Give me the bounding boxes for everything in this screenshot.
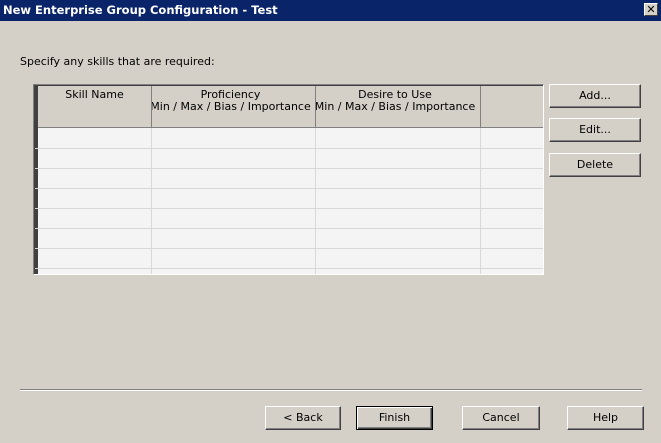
- table-row[interactable]: [35, 228, 543, 229]
- table-row[interactable]: [35, 188, 543, 189]
- window-title: New Enterprise Group Configuration - Tes…: [3, 3, 278, 17]
- column-header-sublabel: Min / Max / Bias / Importance: [316, 100, 476, 113]
- cancel-button[interactable]: Cancel: [462, 406, 540, 430]
- column-divider: [315, 128, 316, 274]
- column-header-proficiency[interactable]: Proficiency Min / Max / Bias / Importanc…: [152, 86, 316, 128]
- column-divider: [151, 128, 152, 274]
- finish-button[interactable]: Finish: [356, 406, 433, 430]
- close-icon: ✕: [646, 3, 656, 16]
- skills-table[interactable]: Skill Name Proficiency Min / Max / Bias …: [33, 84, 544, 275]
- column-header-label: Skill Name: [65, 88, 124, 101]
- column-divider: [480, 128, 481, 274]
- table-row[interactable]: [35, 148, 543, 149]
- table-row[interactable]: [35, 208, 543, 209]
- column-header-sublabel: Min / Max / Bias / Importance: [152, 100, 311, 113]
- column-header-empty[interactable]: [481, 86, 543, 128]
- edit-button[interactable]: Edit...: [549, 118, 641, 142]
- column-header-skill-name[interactable]: Skill Name: [38, 86, 152, 128]
- back-button[interactable]: < Back: [265, 406, 341, 430]
- skills-table-body[interactable]: Skill Name Proficiency Min / Max / Bias …: [34, 85, 543, 274]
- table-row[interactable]: [35, 168, 543, 169]
- instructions-label: Specify any skills that are required:: [20, 55, 215, 68]
- close-button[interactable]: ✕: [644, 3, 658, 16]
- column-header-desire-to-use[interactable]: Desire to Use Min / Max / Bias / Importa…: [316, 86, 481, 128]
- title-bar[interactable]: New Enterprise Group Configuration - Tes…: [0, 0, 661, 21]
- help-button[interactable]: Help: [567, 406, 644, 430]
- table-row[interactable]: [35, 268, 543, 269]
- table-row[interactable]: [35, 248, 543, 249]
- add-button[interactable]: Add...: [549, 84, 641, 108]
- footer-separator-highlight: [20, 390, 642, 391]
- delete-button[interactable]: Delete: [549, 153, 641, 177]
